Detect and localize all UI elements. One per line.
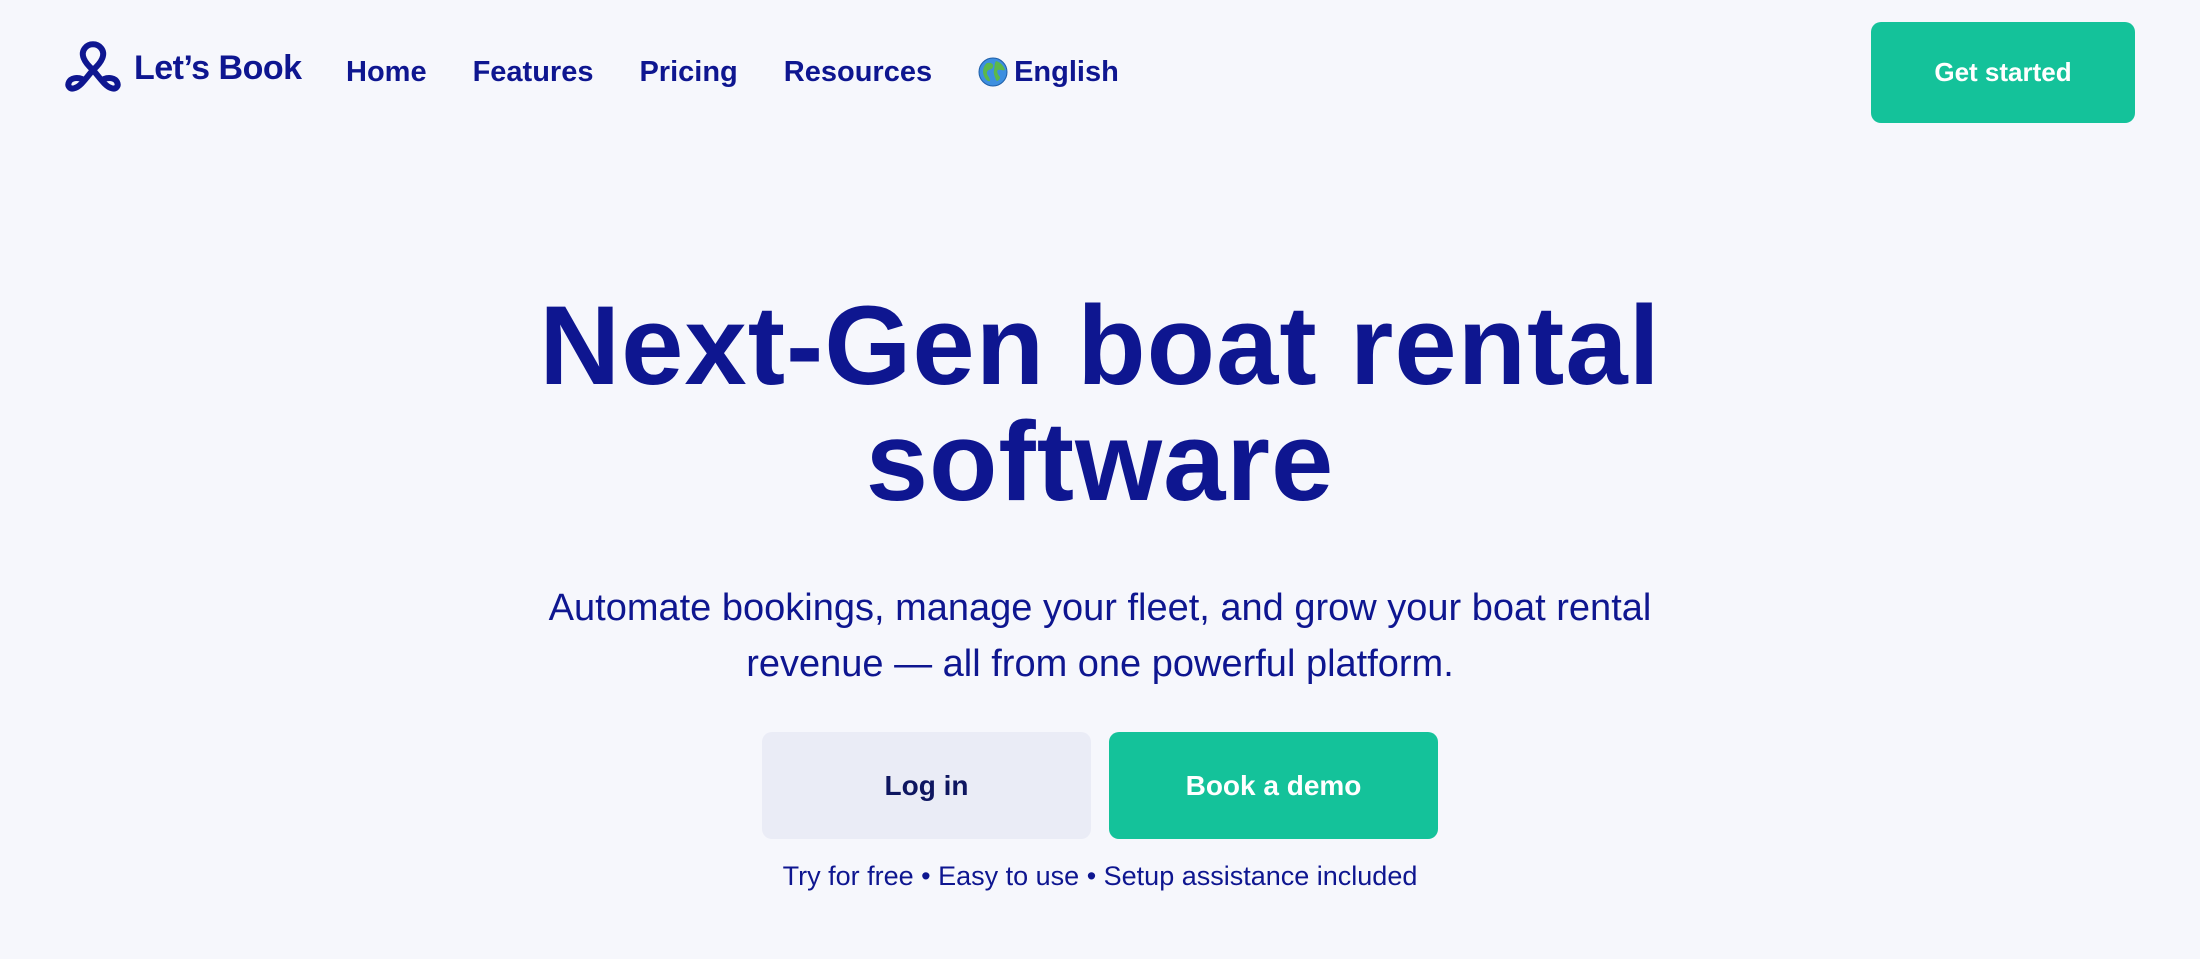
site-header: Let’s Book Home Features Pricing Resourc… xyxy=(0,0,2200,145)
hero-button-group: Log in Book a demo xyxy=(762,732,1438,839)
hero-title-line-1: Next-Gen boat rental xyxy=(539,283,1661,408)
pretzel-logo-icon xyxy=(65,41,121,92)
feature-tagline: Try for free • Easy to use • Setup assis… xyxy=(782,861,1418,891)
hero-title-line-2: software xyxy=(865,399,1335,524)
logo-text: Let’s Book xyxy=(134,48,302,87)
nav-pricing[interactable]: Pricing xyxy=(639,56,737,89)
hero-subtitle: Automate bookings, manage your fleet, an… xyxy=(548,587,1652,685)
hero-title: Next-Gen boat rental software xyxy=(0,288,2200,520)
get-started-button[interactable]: Get started xyxy=(1871,22,2135,123)
logo-link[interactable]: Let’s Book xyxy=(64,40,302,96)
nav-home[interactable]: Home xyxy=(346,56,427,89)
main-nav: Home Features Pricing Resources English xyxy=(346,48,1119,96)
nav-features[interactable]: Features xyxy=(473,56,594,89)
globe-icon xyxy=(978,57,1008,87)
nav-resources[interactable]: Resources xyxy=(784,56,932,89)
language-selector[interactable]: English xyxy=(978,56,1119,89)
book-demo-button[interactable]: Book a demo xyxy=(1109,732,1438,839)
login-button[interactable]: Log in xyxy=(762,732,1091,839)
language-label: English xyxy=(1014,55,1119,88)
